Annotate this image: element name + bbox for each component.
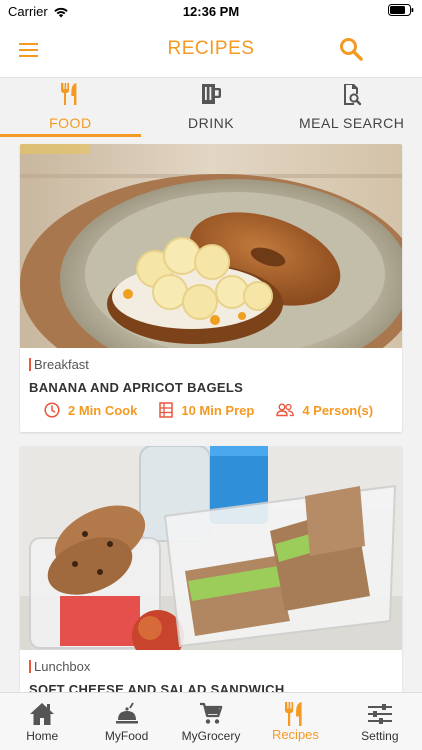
bottom-navigation: Home MyFood MyGrocery Recipes Setting <box>0 692 422 750</box>
cook-time: 2 Min Cook <box>44 402 137 418</box>
serving-dish-icon <box>115 702 138 724</box>
nav-mygrocery[interactable]: MyGrocery <box>169 693 253 750</box>
recipe-category: Lunchbox <box>29 660 90 673</box>
nav-myfood[interactable]: MyFood <box>84 693 168 750</box>
nav-recipes[interactable]: Recipes <box>253 693 337 750</box>
cook-time-label: 2 Min Cook <box>68 402 138 418</box>
recipe-category: Breakfast <box>29 358 89 371</box>
nav-setting[interactable]: Setting <box>338 693 422 750</box>
tab-meal-search[interactable]: MEAL SEARCH <box>281 79 422 137</box>
home-icon <box>30 703 55 725</box>
document-search-icon <box>343 84 361 106</box>
recipe-photo-bagel <box>20 144 402 394</box>
recipe-photo-sandwich <box>20 446 402 662</box>
fork-knife-icon <box>61 83 77 105</box>
recipe-meta: 2 Min Cook 10 Min Prep 4 Person(s) <box>44 402 395 418</box>
nav-myfood-label: MyFood <box>104 729 149 743</box>
servings-label: 4 Person(s) <box>302 402 374 418</box>
people-icon <box>276 403 295 417</box>
mug-icon <box>202 84 221 104</box>
battery-indicator <box>388 4 414 16</box>
app-header: RECIPES <box>0 22 422 78</box>
active-tab-indicator <box>0 134 141 137</box>
fork-knife-icon <box>285 702 303 726</box>
status-time: 12:36 PM <box>182 4 240 19</box>
recipes-screen: Carrier 12:36 PM RECIPES FOOD DRINK MEAL… <box>0 0 422 750</box>
prep-list-icon <box>159 402 174 418</box>
sliders-icon <box>367 704 392 724</box>
nav-home[interactable]: Home <box>0 693 84 750</box>
nav-recipes-label: Recipes <box>271 727 319 742</box>
status-bar: Carrier 12:36 PM <box>0 0 422 22</box>
tab-drink[interactable]: DRINK <box>141 79 282 137</box>
recipe-type-tabs: FOOD DRINK MEAL SEARCH <box>0 79 422 137</box>
tab-food-label: FOOD <box>49 115 92 131</box>
battery-icon <box>388 4 414 16</box>
nav-home-label: Home <box>26 729 59 743</box>
tab-meal-search-label: MEAL SEARCH <box>299 115 405 131</box>
shopping-cart-icon <box>200 702 223 724</box>
search-icon[interactable] <box>338 36 364 62</box>
prep-time: 10 Min Prep <box>159 402 254 418</box>
recipe-card[interactable]: Lunchbox SOFT CHEESE AND SALAD SANDWICH <box>20 446 402 706</box>
recipe-card[interactable]: Breakfast BANANA AND APRICOT BAGELS 2 Mi… <box>20 144 402 432</box>
nav-setting-label: Setting <box>361 729 399 743</box>
tab-drink-label: DRINK <box>187 115 235 131</box>
prep-time-label: 10 Min Prep <box>181 402 255 418</box>
servings: 4 Person(s) <box>276 403 373 418</box>
clock-icon <box>44 402 60 418</box>
recipe-title: BANANA AND APRICOT BAGELS <box>29 380 244 395</box>
nav-mygrocery-label: MyGrocery <box>181 729 241 743</box>
tab-food[interactable]: FOOD <box>0 79 141 137</box>
